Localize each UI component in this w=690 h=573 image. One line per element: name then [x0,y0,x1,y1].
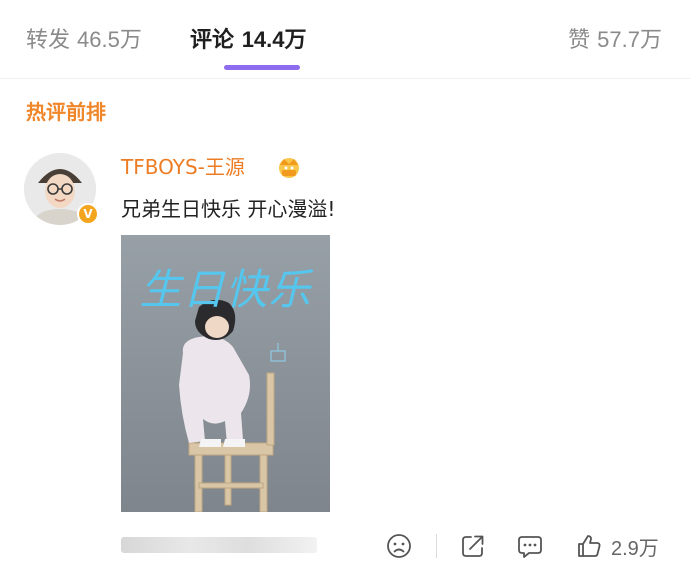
sad-face-icon [387,534,411,558]
comment-username[interactable]: TFBOYS-王源 [121,152,245,182]
blurred-timestamp [121,537,317,553]
tab-bar: 转发 46.5万 评论 14.4万 赞 57.7万 [0,0,690,79]
active-tab-indicator [224,65,300,70]
tab-comment-count: 14.4万 [241,27,307,52]
hot-comments-title: 热评前排 [26,100,106,124]
tab-repost-count: 46.5万 [77,27,142,52]
like-button[interactable]: 2.9万 [576,530,659,562]
vip-badge-icon: V [77,203,99,225]
comment-text: 兄弟生日快乐 开心漫溢! [121,197,336,221]
tab-like[interactable]: 赞 57.7万 [568,22,662,58]
tab-repost[interactable]: 转发 46.5万 [26,22,142,58]
tab-comment-label: 评论 [190,28,235,53]
reply-button[interactable] [517,530,543,562]
comment-image[interactable]: 生日快乐 [121,235,330,512]
tab-comment[interactable]: 评论 14.4万 [190,22,307,58]
dislike-button[interactable] [386,530,412,562]
share-icon [462,535,484,557]
thumbs-up-icon [578,535,601,557]
crown-badge-icon [279,158,299,178]
tab-like-count: 57.7万 [597,27,662,52]
like-count: 2.9万 [611,537,659,560]
image-caption: 生日快乐 [139,265,312,314]
tab-like-label: 赞 [568,28,591,53]
action-divider [436,534,437,558]
tab-repost-label: 转发 [26,28,71,53]
comment-bubble-icon [518,536,542,558]
share-button[interactable] [460,530,486,562]
